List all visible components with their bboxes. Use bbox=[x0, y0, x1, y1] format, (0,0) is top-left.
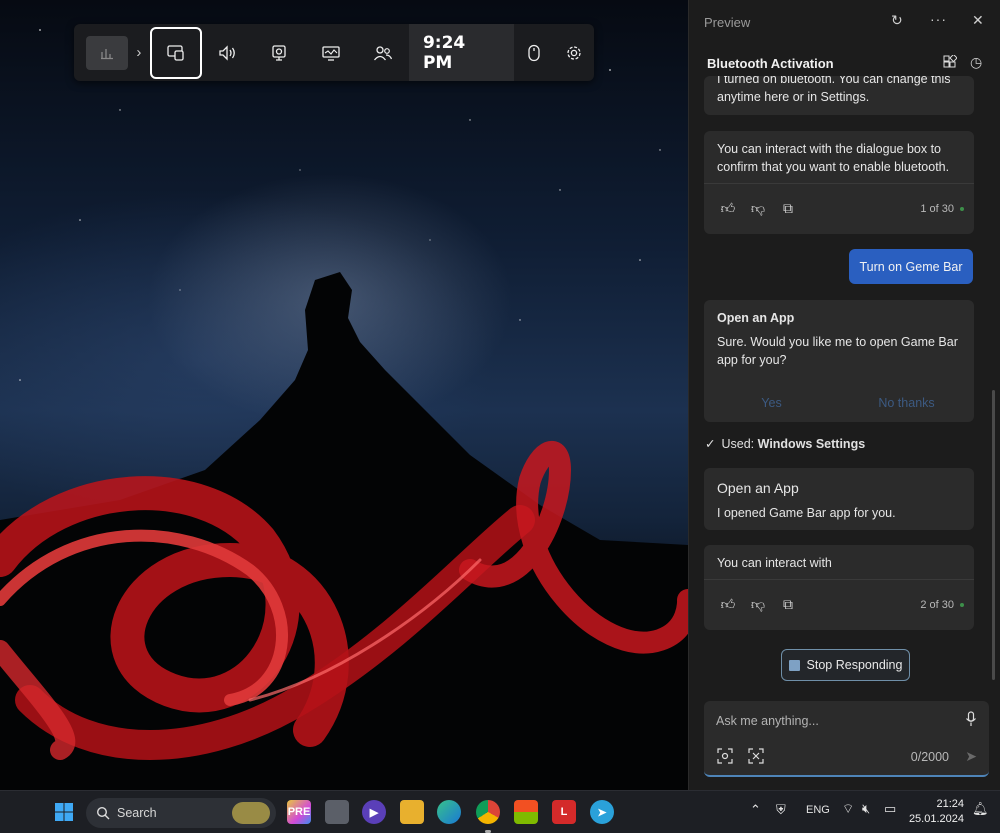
audio-icon bbox=[218, 44, 235, 61]
notification-icon[interactable]: 🔔︎ bbox=[972, 801, 989, 817]
scrollbar[interactable] bbox=[992, 390, 995, 680]
gear-icon bbox=[567, 45, 581, 60]
audio-widget-button[interactable] bbox=[202, 27, 254, 79]
clock-time: 21:24 bbox=[936, 798, 964, 810]
image-search-icon[interactable] bbox=[748, 748, 764, 767]
performance-widget-button[interactable] bbox=[149, 26, 202, 79]
chevron-right-icon[interactable]: › bbox=[128, 44, 150, 61]
message-text: I turned on bluetooth. You can change th… bbox=[717, 76, 951, 104]
battery-icon[interactable]: ▭ bbox=[884, 801, 896, 817]
thumbs-up-icon[interactable]: 👍︎ bbox=[716, 196, 740, 220]
panel-header: Preview ↻ ··· ✕ bbox=[689, 0, 1000, 44]
performance-icon bbox=[167, 44, 184, 61]
mouse-icon bbox=[528, 44, 540, 61]
lingvo-icon[interactable]: L bbox=[552, 800, 576, 824]
volume-muted-icon[interactable]: 🔇︎ bbox=[862, 801, 870, 817]
conversation-title: Bluetooth Activation bbox=[707, 56, 834, 71]
chrome-icon[interactable] bbox=[476, 800, 500, 824]
refresh-icon[interactable]: ↻ bbox=[891, 12, 903, 29]
response-counter: 2 of 30 bbox=[920, 599, 964, 611]
capture-widget-button[interactable] bbox=[253, 27, 305, 79]
more-options-icon[interactable]: ··· bbox=[930, 11, 947, 27]
display-widget-button[interactable] bbox=[305, 27, 357, 79]
stop-icon bbox=[788, 659, 800, 671]
chat-input[interactable]: Ask me anything... 0/2000 ➤ bbox=[704, 701, 989, 777]
response-counter: 1 of 30 bbox=[920, 203, 964, 215]
home-icon bbox=[100, 48, 113, 59]
file-explorer-icon[interactable] bbox=[400, 800, 424, 824]
game-bar: › 9:24 PM bbox=[74, 24, 594, 81]
copilot-icon[interactable]: PRE bbox=[287, 800, 311, 824]
search-icon bbox=[96, 806, 110, 820]
plugins-icon[interactable] bbox=[943, 53, 958, 72]
no-thanks-button[interactable]: No thanks bbox=[839, 384, 974, 422]
copy-icon[interactable]: ⧉ bbox=[776, 592, 800, 616]
message-line: You can interact with the dialogue box t… bbox=[717, 142, 941, 156]
send-icon[interactable]: ➤ bbox=[965, 748, 977, 765]
input-placeholder: Ask me anything... bbox=[716, 714, 819, 728]
close-icon[interactable]: ✕ bbox=[972, 12, 984, 29]
divider bbox=[704, 579, 974, 580]
card-title: Open an App bbox=[717, 480, 799, 496]
clock-date: 25.01.2024 bbox=[908, 813, 964, 825]
open-app-card: Open an App I opened Game Bar app for yo… bbox=[704, 468, 974, 530]
character-counter: 0/2000 bbox=[910, 750, 949, 764]
message-text: You can interact with bbox=[717, 556, 832, 570]
microphone-icon[interactable] bbox=[965, 711, 977, 730]
divider bbox=[704, 183, 974, 184]
stop-responding-button[interactable]: Stop Responding bbox=[781, 649, 910, 681]
yes-button[interactable]: Yes bbox=[704, 384, 839, 422]
thumbs-down-icon[interactable]: 👎︎ bbox=[746, 592, 770, 616]
assistant-message: I turned on bluetooth. You can change th… bbox=[704, 76, 974, 115]
start-button[interactable] bbox=[52, 800, 76, 824]
social-icon bbox=[374, 45, 393, 60]
telegram-icon[interactable]: ➤ bbox=[590, 800, 614, 824]
store-icon[interactable] bbox=[514, 800, 538, 824]
mouse-button[interactable] bbox=[514, 27, 554, 79]
history-icon[interactable]: ◷ bbox=[970, 54, 982, 71]
wallpaper-art bbox=[0, 29, 688, 790]
game-bar-home-button[interactable] bbox=[86, 35, 128, 70]
game-bar-clock: 9:24 PM bbox=[408, 24, 515, 81]
feedback-bar: 👍︎ 👎︎ ⧉ bbox=[716, 592, 800, 616]
taskbar-search[interactable]: Search bbox=[86, 798, 276, 828]
copy-icon[interactable]: ⧉ bbox=[776, 196, 800, 220]
card-line: app for you? bbox=[717, 353, 787, 367]
taskbar: Search PRE ▶ L ➤ ⌃ ⛨ ENG ⌔ 🔇︎ ▭ 21:24 25… bbox=[0, 790, 1000, 833]
card-body: I opened Game Bar app for you. bbox=[717, 506, 896, 520]
chevron-up-icon[interactable]: ⌃ bbox=[750, 802, 761, 818]
teams-icon[interactable]: ▶ bbox=[362, 800, 386, 824]
taskbar-clock[interactable]: 21:24 25.01.2024 bbox=[909, 797, 964, 827]
assistant-message: You can interact with 👍︎ 👎︎ ⧉ 2 of 30 bbox=[704, 545, 974, 630]
language-indicator[interactable]: ENG bbox=[806, 804, 830, 816]
thumbs-down-icon[interactable]: 👎︎ bbox=[746, 196, 770, 220]
card-title: Open an App bbox=[717, 311, 795, 325]
source-indicator: ✓ Used: Windows Settings bbox=[705, 437, 866, 451]
defender-icon[interactable]: ⛨ bbox=[776, 802, 786, 818]
desktop-wallpaper bbox=[0, 0, 688, 790]
message-line: confirm that you want to enable bluetoot… bbox=[717, 160, 950, 174]
search-label: Search bbox=[117, 806, 157, 820]
task-view-icon[interactable] bbox=[325, 800, 349, 824]
settings-button[interactable] bbox=[554, 27, 594, 79]
user-message: Turn on Geme Bar bbox=[849, 249, 973, 284]
thumbs-up-icon[interactable]: 👍︎ bbox=[716, 592, 740, 616]
open-app-card: Open an App Sure. Would you like me to o… bbox=[704, 300, 974, 422]
wifi-icon[interactable]: ⌔ bbox=[842, 801, 854, 817]
display-icon bbox=[322, 45, 340, 61]
edge-icon[interactable] bbox=[437, 800, 461, 824]
feedback-bar: 👍︎ 👎︎ ⧉ bbox=[716, 196, 800, 220]
copilot-panel: Preview ↻ ··· ✕ Bluetooth Activation ◷ I… bbox=[688, 0, 1000, 790]
social-widget-button[interactable] bbox=[357, 27, 409, 79]
card-line: Sure. Would you like me to open Game Bar bbox=[717, 335, 958, 349]
webcam-icon bbox=[272, 44, 287, 61]
check-icon: ✓ bbox=[705, 437, 716, 451]
screenshot-icon[interactable] bbox=[717, 748, 733, 767]
assistant-message: You can interact with the dialogue box t… bbox=[704, 131, 974, 234]
windows-icon bbox=[55, 803, 73, 821]
search-highlight-icon bbox=[232, 802, 270, 824]
panel-header-label: Preview bbox=[704, 15, 751, 30]
